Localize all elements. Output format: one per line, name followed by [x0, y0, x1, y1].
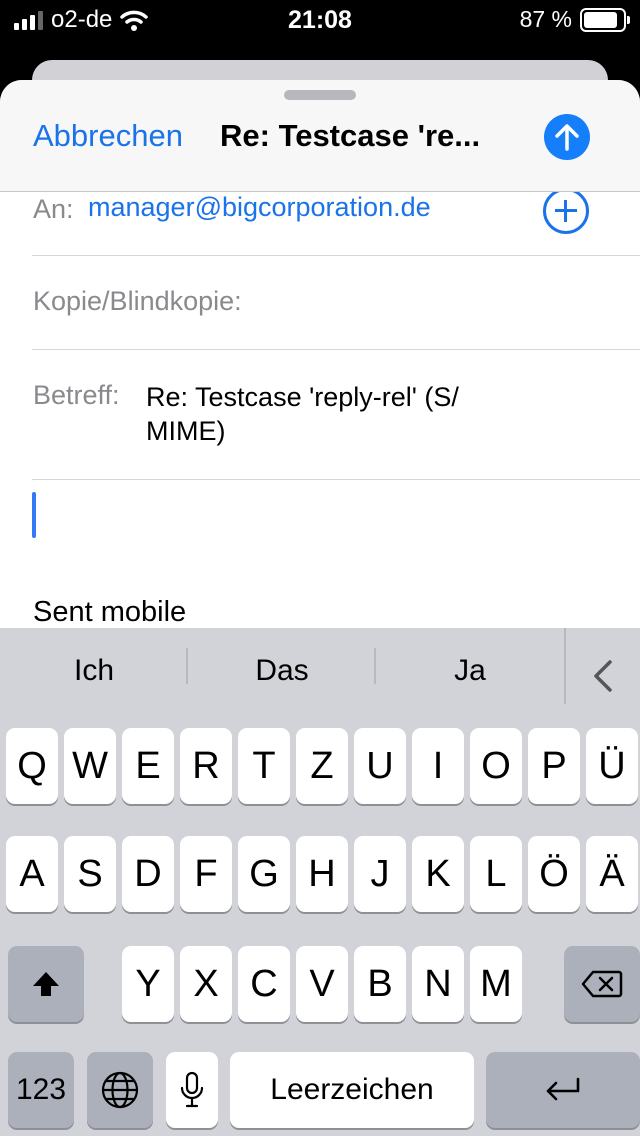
key-q[interactable]: Q: [6, 728, 58, 804]
key-m[interactable]: M: [470, 946, 522, 1022]
status-right: 87 %: [519, 6, 630, 33]
to-recipient[interactable]: manager@bigcorporation.de: [88, 192, 431, 223]
shift-key[interactable]: [8, 946, 84, 1022]
compose-title: Re: Testcase 're...: [220, 118, 481, 153]
to-label: An:: [33, 194, 74, 224]
key-e[interactable]: E: [122, 728, 174, 804]
return-icon: [546, 1077, 580, 1101]
battery-icon: [580, 7, 630, 32]
key-o[interactable]: O: [470, 728, 522, 804]
key-r[interactable]: R: [180, 728, 232, 804]
subject-line-2: MIME): [146, 416, 226, 446]
microphone-icon: [180, 1071, 204, 1108]
shift-icon: [33, 972, 59, 996]
key-k[interactable]: K: [412, 836, 464, 912]
suggestion-3[interactable]: Ja: [380, 654, 560, 688]
cc-bcc-field[interactable]: Kopie/Blindkopie:: [32, 256, 640, 350]
suggestion-1[interactable]: Ich: [4, 654, 184, 688]
add-recipient-icon[interactable]: [543, 188, 589, 234]
delete-key[interactable]: [564, 946, 640, 1022]
send-button[interactable]: [544, 114, 590, 160]
subject-label: Betreff:: [33, 380, 120, 410]
arrow-up-icon: [555, 124, 579, 151]
key-x[interactable]: X: [180, 946, 232, 1022]
to-field[interactable]: An: manager@bigcorporation.de: [32, 188, 640, 256]
cc-bcc-label: Kopie/Blindkopie:: [33, 286, 242, 316]
sheet-grabber[interactable]: [284, 90, 356, 100]
key-g[interactable]: G: [238, 836, 290, 912]
dictation-key[interactable]: [166, 1052, 218, 1128]
key-p[interactable]: P: [528, 728, 580, 804]
subject-value[interactable]: Re: Testcase 'reply-rel' (S/ MIME): [146, 380, 546, 448]
signature-text[interactable]: Sent mobile: [33, 596, 186, 629]
status-bar: o2-de 21:08 87 %: [0, 0, 640, 42]
key-s[interactable]: S: [64, 836, 116, 912]
space-key[interactable]: Leerzeichen: [230, 1052, 474, 1128]
key-u[interactable]: U: [354, 728, 406, 804]
key-v[interactable]: V: [296, 946, 348, 1022]
key-ö[interactable]: Ö: [528, 836, 580, 912]
key-i[interactable]: I: [412, 728, 464, 804]
suggestion-divider: [186, 648, 188, 684]
backspace-icon: [581, 970, 623, 998]
key-y[interactable]: Y: [122, 946, 174, 1022]
text-cursor: [32, 492, 36, 538]
globe-key[interactable]: [87, 1052, 153, 1128]
chevron-left-icon[interactable]: [572, 646, 632, 706]
key-b[interactable]: B: [354, 946, 406, 1022]
battery-percent: 87 %: [519, 6, 572, 32]
predictive-bar: Ich Das Ja: [0, 628, 640, 716]
key-ü[interactable]: Ü: [586, 728, 638, 804]
numbers-key[interactable]: 123: [8, 1052, 74, 1128]
globe-icon: [101, 1071, 139, 1109]
suggestion-2[interactable]: Das: [192, 654, 372, 688]
key-z[interactable]: Z: [296, 728, 348, 804]
subject-line-1: Re: Testcase 'reply-rel' (S/: [146, 382, 459, 412]
key-f[interactable]: F: [180, 836, 232, 912]
key-w[interactable]: W: [64, 728, 116, 804]
suggestion-divider: [564, 628, 566, 704]
suggestion-divider: [374, 648, 376, 684]
key-a[interactable]: A: [6, 836, 58, 912]
key-l[interactable]: L: [470, 836, 522, 912]
compose-header: Abbrechen Re: Testcase 're...: [0, 80, 640, 192]
key-ä[interactable]: Ä: [586, 836, 638, 912]
subject-field[interactable]: Betreff: Re: Testcase 'reply-rel' (S/ MI…: [32, 350, 640, 480]
key-j[interactable]: J: [354, 836, 406, 912]
key-t[interactable]: T: [238, 728, 290, 804]
key-h[interactable]: H: [296, 836, 348, 912]
cancel-button[interactable]: Abbrechen: [33, 118, 183, 154]
key-n[interactable]: N: [412, 946, 464, 1022]
key-c[interactable]: C: [238, 946, 290, 1022]
keyboard: Ich Das Ja QWERTZUIOPÜ ASDFGHJKLÖÄ YXCVB…: [0, 628, 640, 1136]
key-d[interactable]: D: [122, 836, 174, 912]
return-key[interactable]: [486, 1052, 640, 1128]
